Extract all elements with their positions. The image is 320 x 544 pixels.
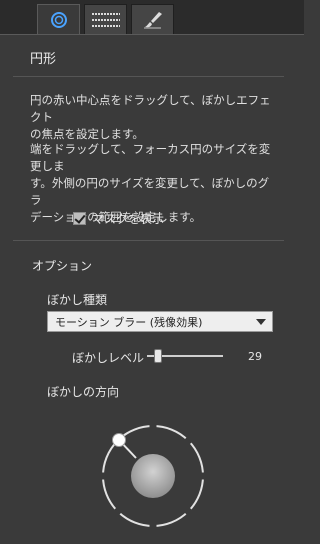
tab-linear[interactable] [84, 4, 127, 34]
blur-level-value: 29 [248, 350, 262, 363]
section-title-circular: 円形 [30, 52, 57, 67]
divider [13, 240, 284, 241]
blur-direction-dial[interactable] [90, 418, 216, 544]
instructions-line: 円の赤い中心点をドラッグして、ぼかしエフェクト [30, 93, 271, 124]
instructions-center: 円の赤い中心点をドラッグして、ぼかしエフェクト の焦点を設定します。 [30, 92, 280, 143]
brush-icon [143, 11, 162, 29]
blur-level-slider-thumb[interactable] [153, 349, 162, 363]
instructions-line: す。外側の円のサイズを変更して、ぼかしのグラ [30, 176, 270, 207]
tab-brush[interactable] [131, 4, 174, 34]
show-mask-row[interactable]: マスクを表示 [73, 210, 164, 227]
options-title: オプション [32, 259, 93, 273]
circle-blur-icon [50, 12, 67, 28]
show-mask-checkbox[interactable] [73, 212, 86, 225]
blur-direction-label: ぼかしの方向 [47, 385, 120, 399]
show-mask-label: マスクを表示 [92, 212, 165, 226]
blur-type-value: モーション ブラー (残像効果) [55, 315, 203, 329]
dial-direction-handle[interactable] [112, 433, 126, 447]
tab-circular[interactable] [37, 4, 80, 35]
lines-icon [91, 12, 120, 27]
dropdown-arrow-icon [256, 319, 266, 325]
divider [13, 76, 284, 77]
dial-knob[interactable] [131, 454, 175, 498]
blur-type-select[interactable]: モーション ブラー (残像効果) [47, 311, 273, 332]
blur-type-label: ぼかし種類 [47, 293, 108, 307]
tab-bar [0, 0, 304, 35]
instructions-line: 端をドラッグして、フォーカス円のサイズを変更しま [30, 142, 271, 173]
blur-level-label: ぼかしレベル [72, 351, 145, 365]
